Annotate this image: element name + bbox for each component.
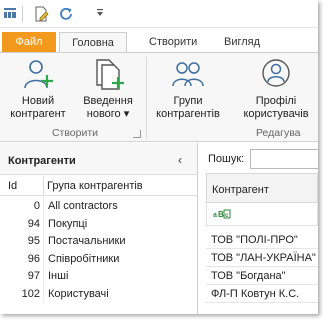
pane-header: Контрагенти ‹ <box>0 143 197 175</box>
table-row[interactable]: ТОВ "ЛАН-УКРАЇНА" <box>206 249 318 267</box>
table-row[interactable]: ТОВ "Богдана" <box>206 267 318 285</box>
application-window: Файл Головна Створити Вигляд Новий контр… <box>0 0 318 314</box>
cell-id: 94 <box>27 217 40 230</box>
new-entry-label-1: Введення <box>83 95 133 107</box>
pane-title: Контрагенти <box>8 155 76 167</box>
column-header-id[interactable]: Id <box>8 180 17 192</box>
cell-contractor: ТОВ "ЛАН-УКРАЇНА" <box>211 252 316 264</box>
quick-access-toolbar <box>0 0 318 28</box>
table-row[interactable]: 94 Покупці <box>0 214 197 232</box>
cell-id: 95 <box>27 235 40 247</box>
new-contractor-label-1: Новий <box>21 95 55 107</box>
tab-create[interactable]: Створити <box>138 32 208 53</box>
contractor-groups-label-1: Групи <box>173 95 203 107</box>
groups-grid-body: 0 All contractors 94 Покупці 95 Постачальни… <box>0 197 197 302</box>
svg-text:a: a <box>213 212 217 219</box>
cell-id: 97 <box>27 270 40 282</box>
cell-id: 102 <box>21 287 40 300</box>
cell-group-name: All contractors <box>48 200 118 212</box>
table-row[interactable]: ТОВ "ПОЛІ-ПРО" <box>206 231 318 249</box>
cell-group-name: Користувачі <box>48 287 109 300</box>
new-entry-label-2: нового ▾ <box>86 108 130 120</box>
new-contractor-button[interactable]: Новий контрагент <box>8 57 68 121</box>
collapse-chevron-icon[interactable]: ‹ <box>178 153 182 167</box>
tab-home[interactable]: Головна <box>59 32 127 53</box>
search-label: Пошук: <box>208 153 245 165</box>
group-label-create: Створити <box>51 127 99 139</box>
ribbon-panel: Новий контрагент Введення нового ▾ Створ… <box>0 52 318 142</box>
group-label-edit: Редагува <box>256 127 301 139</box>
contractor-groups-button[interactable]: Групи контрагентів <box>150 57 226 121</box>
tab-view[interactable]: Вигляд <box>213 32 271 53</box>
cell-group-name: Покупці <box>48 217 88 230</box>
groups-grid-header: Id Група контрагентів <box>0 176 197 196</box>
search-input[interactable] <box>250 149 318 169</box>
cell-group-name: Співробітники <box>48 252 120 265</box>
cell-group-name: Постачальники <box>48 235 126 247</box>
column-header-contractor: Контрагент <box>212 184 269 196</box>
cell-contractor: ФЛ-П Ковтун К.С. <box>211 288 300 300</box>
cell-contractor: ТОВ "Богдана" <box>211 270 286 282</box>
user-profiles-button[interactable]: Профілі користувачів <box>236 57 316 121</box>
contractor-groups-label-2: контрагентів <box>156 108 220 120</box>
contractors-pane: Пошук: Контрагент a B c ТОВ "ПОЛІ-ПРО" Т… <box>199 143 318 314</box>
cell-contractor: ТОВ "ПОЛІ-ПРО" <box>211 234 298 246</box>
column-header-group[interactable]: Група контрагентів <box>47 180 143 192</box>
svg-text:B: B <box>218 210 224 219</box>
table-row[interactable]: ФЛ-П Ковтун К.С. <box>206 285 318 303</box>
user-profile-icon <box>262 59 290 87</box>
column-divider[interactable] <box>43 176 44 196</box>
table-row[interactable]: 96 Співробітники <box>0 249 197 267</box>
cell-id: 96 <box>27 252 40 265</box>
contractor-groups-pane: Контрагенти ‹ Id Група контрагентів 0 All… <box>0 143 198 314</box>
user-profiles-label-1: Профілі <box>255 95 297 107</box>
table-row[interactable]: 95 Постачальники <box>0 232 197 250</box>
ribbon-tabs: Файл Головна Створити Вигляд <box>0 28 318 53</box>
contractors-grid-header[interactable]: Контрагент <box>206 173 318 203</box>
new-contractor-label-2: контрагент <box>10 108 66 120</box>
filter-condition-icon[interactable]: a B c <box>213 209 231 221</box>
table-row[interactable]: 0 All contractors <box>0 197 197 215</box>
toolbar-separator <box>22 6 23 22</box>
customize-dropdown-icon[interactable] <box>96 8 104 21</box>
refresh-icon[interactable] <box>58 6 74 25</box>
cell-group-name: Інші <box>48 270 69 282</box>
table-row[interactable]: 97 Інші <box>0 267 197 285</box>
table-row[interactable]: 102 Користувачі <box>0 284 197 302</box>
tab-file[interactable]: Файл <box>2 32 56 53</box>
new-document-icon <box>96 59 124 90</box>
add-person-icon <box>24 60 53 89</box>
people-group-icon <box>172 62 204 87</box>
user-profiles-label-2: користувачів <box>243 108 309 120</box>
auto-filter-row[interactable]: a B c <box>206 204 318 226</box>
edit-page-icon[interactable] <box>33 6 49 25</box>
ribbon-group-separator <box>146 57 147 139</box>
cell-id: 0 <box>33 200 40 212</box>
grid-menu-icon[interactable] <box>3 6 17 23</box>
group-dialog-launcher-icon[interactable] <box>133 130 141 138</box>
new-entry-button[interactable]: Введення нового ▾ <box>76 57 140 121</box>
